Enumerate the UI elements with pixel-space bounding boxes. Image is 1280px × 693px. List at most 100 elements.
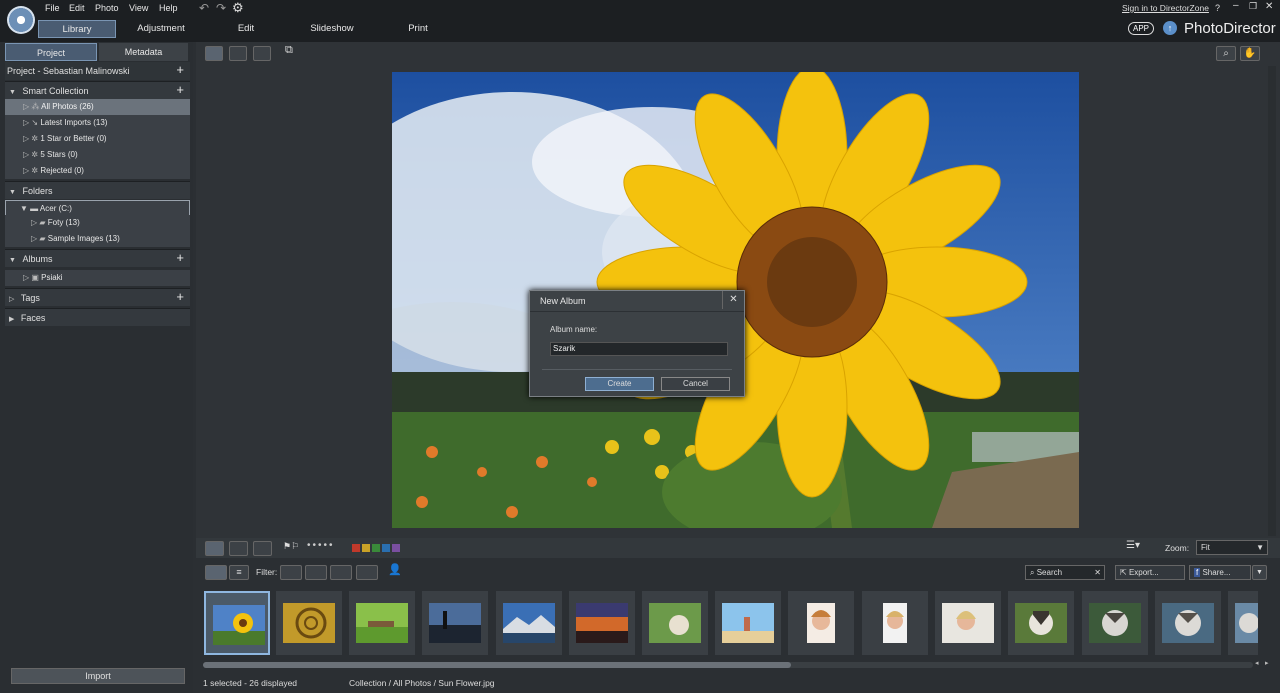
- search-input[interactable]: ⌕ Search ✕: [1025, 565, 1105, 580]
- color-labels[interactable]: [352, 544, 402, 552]
- vertical-scrollbar[interactable]: [1268, 66, 1276, 536]
- stack-dropdown[interactable]: [356, 565, 378, 580]
- cancel-button[interactable]: Cancel: [661, 377, 730, 391]
- add-project-icon[interactable]: +: [176, 62, 184, 78]
- close-icon[interactable]: ✕: [1265, 1, 1273, 12]
- section-faces[interactable]: ▶ Faces: [5, 308, 190, 326]
- thumbnail-park-bench[interactable]: [349, 591, 415, 655]
- menu-help[interactable]: Help: [159, 3, 178, 13]
- add-person-icon[interactable]: 👤: [388, 563, 402, 576]
- undo-icon[interactable]: ↶: [199, 1, 209, 15]
- search-placeholder: Search: [1036, 568, 1063, 577]
- hand-tool-icon[interactable]: ✋: [1240, 46, 1260, 61]
- clear-icon[interactable]: ✕: [1094, 566, 1101, 579]
- tab-library[interactable]: Library: [38, 20, 116, 38]
- tab-project[interactable]: Project: [5, 43, 97, 61]
- create-button[interactable]: Create: [585, 377, 654, 391]
- sidebar-item-5-stars[interactable]: ▷ ✲ 5 Stars (0): [5, 147, 190, 163]
- tab-edit[interactable]: Edit: [226, 20, 266, 38]
- sidebar-item-rejected[interactable]: ▷ ✲ Rejected (0): [5, 163, 190, 179]
- add-smart-collection-icon[interactable]: +: [176, 82, 184, 98]
- color-label-red[interactable]: [352, 544, 360, 552]
- thumbnail-woman-blonde[interactable]: [935, 591, 1001, 655]
- add-tag-icon[interactable]: +: [176, 289, 184, 305]
- color-label-purple[interactable]: [392, 544, 400, 552]
- tab-adjustment[interactable]: Adjustment: [124, 20, 198, 38]
- sidebar-item-foty[interactable]: ▷ ▰ Foty (13): [5, 215, 190, 231]
- monitor-icon[interactable]: ⧉: [285, 44, 293, 57]
- menu-file[interactable]: File: [45, 3, 60, 13]
- sidebar-item-drive[interactable]: ▼ ▬ Acer (C:): [5, 200, 190, 216]
- thumbnail-beach[interactable]: [715, 591, 781, 655]
- view-single-button[interactable]: [205, 541, 224, 556]
- thumbnail-shell[interactable]: [276, 591, 342, 655]
- dialog-close-icon[interactable]: ✕: [722, 291, 744, 309]
- magnifier-icon[interactable]: ⌕: [1216, 46, 1236, 61]
- tab-metadata[interactable]: Metadata: [99, 43, 188, 61]
- thumbnail-mountain-lake[interactable]: [496, 591, 562, 655]
- color-label-yellow[interactable]: [362, 544, 370, 552]
- menu-view[interactable]: View: [129, 3, 148, 13]
- restore-icon[interactable]: ❐: [1249, 1, 1257, 12]
- view-grid-button[interactable]: [253, 541, 272, 556]
- sidebar-item-psiaki[interactable]: ▷ ▣ Psiaki: [5, 270, 190, 286]
- section-smart-collection[interactable]: ▼ Smart Collection +: [5, 81, 190, 99]
- app-logo-icon[interactable]: [7, 6, 35, 34]
- menu-edit[interactable]: Edit: [69, 3, 85, 13]
- thumbnail-cat[interactable]: [642, 591, 708, 655]
- thumbnail-husky-3[interactable]: [1155, 591, 1221, 655]
- add-album-icon[interactable]: +: [176, 250, 184, 266]
- redo-icon[interactable]: ↷: [216, 1, 226, 15]
- help-button[interactable]: ?: [1215, 3, 1220, 13]
- section-albums[interactable]: ▼ Albums +: [5, 249, 190, 267]
- share-button[interactable]: f Share...: [1189, 565, 1251, 580]
- compare-view-button[interactable]: [205, 46, 223, 61]
- tab-slideshow[interactable]: Slideshow: [300, 20, 364, 38]
- app-badge[interactable]: APP: [1128, 22, 1155, 35]
- thumbnail-sunset[interactable]: [569, 591, 635, 655]
- export-button[interactable]: ⇱ Export...: [1115, 565, 1185, 580]
- scrollbar-thumb[interactable]: [203, 662, 791, 668]
- brand-title: PhotoDirector: [1184, 20, 1276, 37]
- share-dropdown[interactable]: ▼: [1252, 565, 1267, 580]
- filter-rating-dropdown[interactable]: [305, 565, 327, 580]
- color-label-green[interactable]: [372, 544, 380, 552]
- thumbnail-husky[interactable]: [1008, 591, 1074, 655]
- horizontal-scrollbar[interactable]: [203, 662, 1253, 668]
- color-label-blue[interactable]: [382, 544, 390, 552]
- sort-icon[interactable]: ☰▾: [1126, 540, 1140, 551]
- minimize-icon[interactable]: –: [1233, 0, 1239, 11]
- import-button[interactable]: Import: [11, 668, 185, 684]
- sidebar-item-1-star[interactable]: ▷ ✲ 1 Star or Better (0): [5, 131, 190, 147]
- filter-color-dropdown[interactable]: [330, 565, 352, 580]
- section-tags[interactable]: ▷ Tags +: [5, 288, 190, 306]
- sidebar-item-sample-images[interactable]: ▷ ▰ Sample Images (13): [5, 231, 190, 247]
- rating-dots[interactable]: •••••: [307, 540, 335, 551]
- upload-icon[interactable]: ↑: [1163, 21, 1177, 35]
- filter-flag-dropdown[interactable]: [280, 565, 302, 580]
- thumbnail-sunflower[interactable]: [204, 591, 270, 655]
- menu-photo[interactable]: Photo: [95, 3, 119, 13]
- thumbnail-husky-2[interactable]: [1082, 591, 1148, 655]
- thumbnail-woman-smiling[interactable]: [788, 591, 854, 655]
- signin-link[interactable]: Sign in to DirectorZone: [1122, 3, 1209, 13]
- flag-icon[interactable]: ⚑⚐: [283, 541, 299, 552]
- sidebar-item-latest-imports[interactable]: ▷ ↘ Latest Imports (13): [5, 115, 190, 131]
- export-icon: ⇱: [1120, 568, 1127, 577]
- single-view-button[interactable]: [229, 46, 247, 61]
- sidebar-item-all-photos[interactable]: ▷ ⁂ All Photos (26): [5, 99, 190, 115]
- scroll-right-icon[interactable]: ▸: [1265, 659, 1269, 667]
- zoom-select[interactable]: Fit ▼: [1196, 540, 1268, 555]
- thumbnail-lake-silhouette[interactable]: [422, 591, 488, 655]
- tab-print[interactable]: Print: [398, 20, 438, 38]
- list-view-button[interactable]: ≡: [229, 565, 249, 580]
- album-name-input[interactable]: Szarik: [550, 342, 728, 356]
- thumbnail-husky-4[interactable]: [1228, 591, 1258, 655]
- scroll-left-icon[interactable]: ◂: [1255, 659, 1259, 667]
- thumbnail-woman-portrait[interactable]: [862, 591, 928, 655]
- grid-view-button[interactable]: [253, 46, 271, 61]
- gear-icon[interactable]: ⚙: [232, 0, 244, 16]
- section-folders[interactable]: ▼ Folders: [5, 181, 190, 199]
- filmstrip-view-button[interactable]: [205, 565, 227, 580]
- view-double-button[interactable]: [229, 541, 248, 556]
